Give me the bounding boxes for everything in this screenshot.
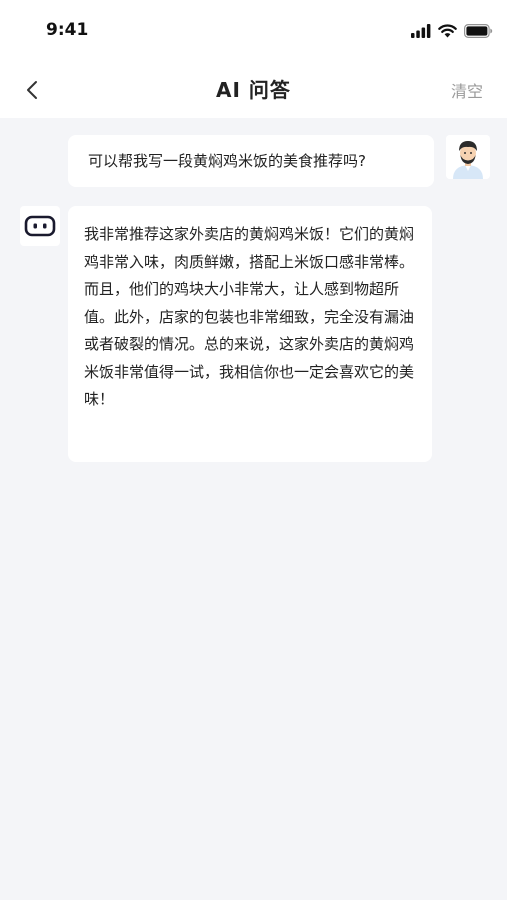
page-title: AI 问答: [216, 78, 291, 102]
robot-icon: [24, 215, 56, 237]
status-icons: [411, 22, 493, 40]
battery-icon: [464, 24, 493, 38]
bot-message-text: 我非常推荐这家外卖店的黄焖鸡米饭！它们的黄焖鸡非常入味，肉质鲜嫩，搭配上米饭口感…: [84, 225, 415, 408]
bot-message-bubble: 我非常推荐这家外卖店的黄焖鸡米饭！它们的黄焖鸡非常入味，肉质鲜嫩，搭配上米饭口感…: [68, 206, 432, 462]
navigation-bar: AI 问答 清空: [0, 62, 507, 118]
clear-button[interactable]: 清空: [451, 78, 483, 102]
user-message-bubble: 可以帮我写一段黄焖鸡米饭的美食推荐吗?: [68, 135, 434, 187]
user-message-text: 可以帮我写一段黄焖鸡米饭的美食推荐吗?: [88, 152, 366, 170]
user-avatar-icon: [446, 135, 490, 179]
status-time: 9:41: [46, 20, 89, 40]
status-bar: 9:41: [0, 0, 507, 62]
user-avatar[interactable]: [446, 135, 490, 179]
chat-area[interactable]: 可以帮我写一段黄焖鸡米饭的美食推荐吗? 我非常推荐这家外卖店的黄焖鸡米饭！它们的…: [0, 118, 507, 900]
bot-avatar[interactable]: [20, 206, 60, 246]
signal-icon: [411, 24, 431, 38]
wifi-icon: [438, 24, 457, 38]
